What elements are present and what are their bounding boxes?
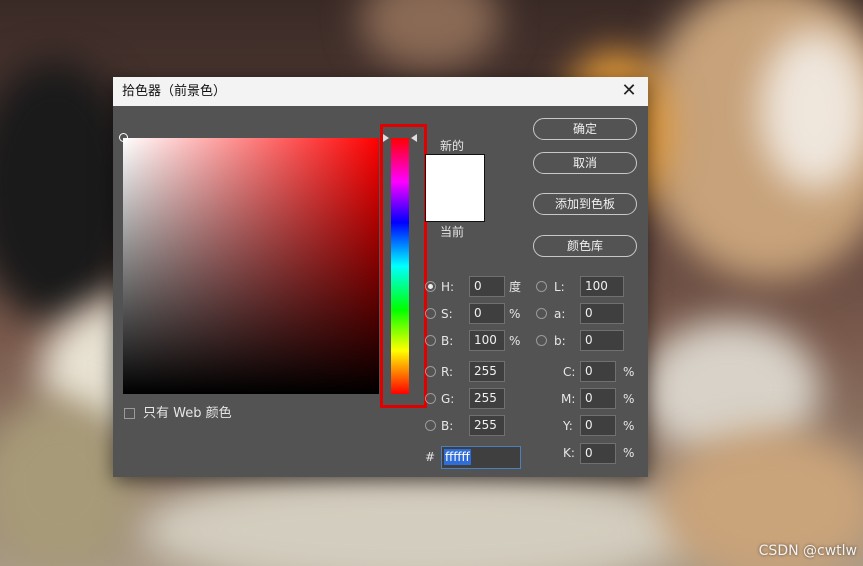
y-input[interactable]: 0 [580,415,616,436]
a-label: a: [554,307,566,321]
close-icon[interactable]: ✕ [618,77,640,106]
r-radio[interactable] [425,366,436,377]
y-label: Y: [563,419,573,433]
l-radio[interactable] [536,281,547,292]
add-to-swatches-button[interactable]: 添加到色板 [533,193,637,215]
l-input[interactable]: 100 [580,276,624,297]
lab-b-input[interactable]: 0 [580,330,624,351]
s-label: S: [441,307,453,321]
k-label: K: [563,446,575,460]
new-color-swatch [425,154,485,188]
h-radio[interactable] [425,281,436,292]
g-radio[interactable] [425,393,436,404]
color-field-cursor[interactable] [119,133,128,142]
brightness-unit: % [509,334,521,348]
ok-button[interactable]: 确定 [533,118,637,140]
brightness-label: B: [441,334,454,348]
g-label: G: [441,392,455,406]
hex-hash-label: # [425,450,436,464]
h-label: H: [441,280,455,294]
l-label: L: [554,280,565,294]
c-unit: % [623,365,635,379]
a-radio[interactable] [536,308,547,319]
hue-slider[interactable] [391,138,409,394]
cancel-button[interactable]: 取消 [533,152,637,174]
brightness-radio[interactable] [425,335,436,346]
color-field[interactable] [123,138,379,394]
hex-input[interactable]: ffffff [441,446,521,469]
m-input[interactable]: 0 [580,388,616,409]
dialog-titlebar[interactable]: 拾色器（前景色） ✕ [113,77,648,106]
web-only-checkbox[interactable] [124,408,135,419]
watermark-text: CSDN @cwtlw [758,543,857,559]
m-label: M: [561,392,576,406]
rgb-b-label: B: [441,419,454,433]
s-input[interactable]: 0 [469,303,505,324]
hue-slider-left-arrow-icon[interactable] [383,134,389,142]
lab-b-label: b: [554,334,566,348]
hue-slider-right-arrow-icon[interactable] [411,134,417,142]
h-input[interactable]: 0 [469,276,505,297]
current-color-label: 当前 [440,225,465,239]
c-input[interactable]: 0 [580,361,616,382]
current-color-swatch[interactable] [425,187,485,222]
s-unit: % [509,307,521,321]
rgb-b-input[interactable]: 255 [469,415,505,436]
c-label: C: [563,365,576,379]
s-radio[interactable] [425,308,436,319]
color-picker-dialog: 拾色器（前景色） ✕ 新的 当前 确定 取消 添加到色板 颜色库 H: 0 度 … [113,77,648,477]
rgb-b-radio[interactable] [425,420,436,431]
web-only-label: 只有 Web 颜色 [143,406,232,421]
a-input[interactable]: 0 [580,303,624,324]
r-label: R: [441,365,454,379]
g-input[interactable]: 255 [469,388,505,409]
color-libraries-button[interactable]: 颜色库 [533,235,637,257]
k-input[interactable]: 0 [580,443,616,464]
h-unit: 度 [509,280,522,294]
brightness-input[interactable]: 100 [469,330,505,351]
r-input[interactable]: 255 [469,361,505,382]
k-unit: % [623,446,635,460]
m-unit: % [623,392,635,406]
dialog-title: 拾色器（前景色） [122,84,227,99]
y-unit: % [623,419,635,433]
lab-b-radio[interactable] [536,335,547,346]
hex-value: ffffff [444,449,471,465]
new-color-label: 新的 [440,139,465,153]
